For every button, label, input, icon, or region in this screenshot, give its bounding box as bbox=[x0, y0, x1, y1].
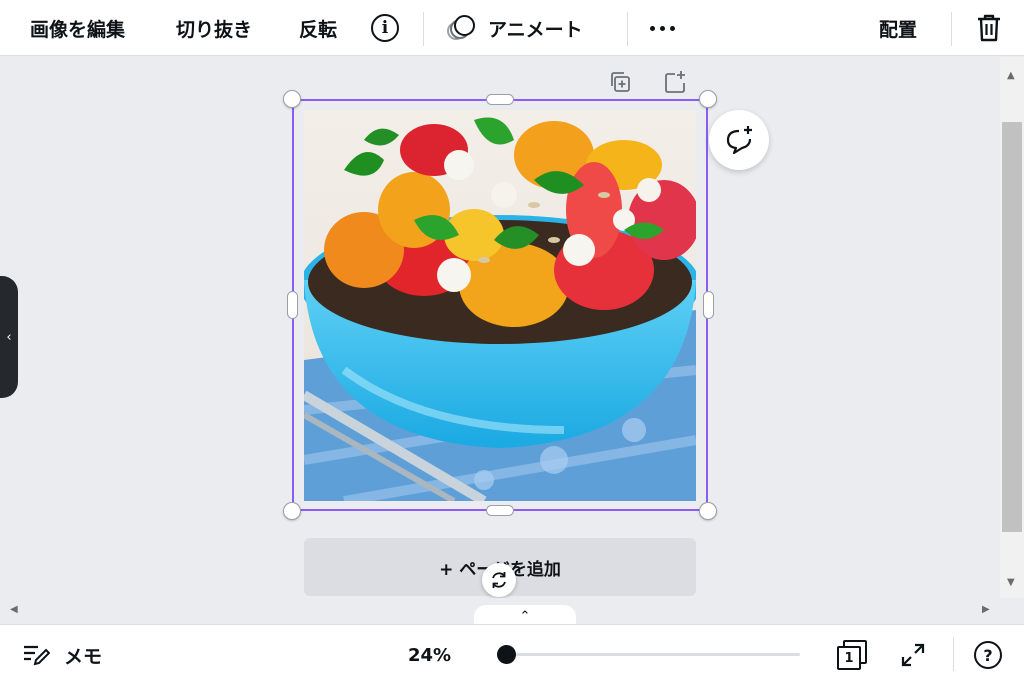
notes-button[interactable]: メモ bbox=[22, 625, 102, 684]
rotate-button[interactable] bbox=[482, 563, 516, 597]
collapse-side-panel-button[interactable]: ‹ bbox=[0, 276, 18, 398]
top-toolbar: 画像を編集 切り抜き 反転 i アニメート 配置 bbox=[0, 0, 1024, 56]
selection-frame bbox=[292, 99, 708, 511]
toolbar-divider bbox=[951, 12, 952, 46]
animate-icon bbox=[446, 13, 476, 43]
animate-button[interactable]: アニメート bbox=[446, 0, 583, 56]
add-comment-icon bbox=[726, 126, 752, 155]
zoom-slider-knob[interactable] bbox=[497, 645, 516, 664]
scroll-down-arrow[interactable]: ▼ bbox=[1007, 577, 1015, 588]
collapse-panel-icon: ‹ bbox=[6, 329, 12, 345]
fullscreen-button[interactable] bbox=[900, 625, 926, 684]
pages-icon: 1 bbox=[837, 640, 867, 670]
vertical-scrollbar-thumb[interactable] bbox=[1002, 122, 1022, 532]
position-button[interactable]: 配置 bbox=[879, 0, 917, 56]
resize-handle-top[interactable] bbox=[486, 94, 514, 105]
edit-image-button[interactable]: 画像を編集 bbox=[30, 0, 125, 56]
flip-button[interactable]: 反転 bbox=[299, 0, 337, 56]
scroll-left-arrow[interactable]: ◀ bbox=[10, 604, 18, 615]
info-button[interactable]: i bbox=[371, 0, 399, 56]
page-count-button[interactable]: 1 bbox=[837, 625, 867, 684]
scroll-right-arrow[interactable]: ▶ bbox=[982, 604, 990, 615]
crop-button[interactable]: 切り抜き bbox=[176, 0, 252, 56]
notes-label: メモ bbox=[64, 645, 103, 668]
animate-label: アニメート bbox=[488, 18, 583, 41]
expand-pages-icon: ⌃ bbox=[519, 608, 531, 624]
duplicate-page-button[interactable] bbox=[608, 70, 632, 94]
rotate-icon bbox=[492, 572, 506, 588]
notes-icon bbox=[24, 645, 50, 666]
delete-button[interactable] bbox=[976, 0, 1002, 56]
fullscreen-icon bbox=[901, 643, 925, 667]
add-page-top-button[interactable] bbox=[663, 70, 687, 94]
resize-handle-top-left[interactable] bbox=[283, 90, 301, 108]
toolbar-divider bbox=[627, 12, 628, 46]
resize-handle-right[interactable] bbox=[703, 291, 714, 319]
bottombar-divider bbox=[953, 637, 954, 671]
toolbar-divider bbox=[423, 12, 424, 46]
resize-handle-bottom[interactable] bbox=[486, 505, 514, 516]
resize-handle-bottom-left[interactable] bbox=[283, 502, 301, 520]
duplicate-page-icon bbox=[611, 72, 630, 92]
page-number: 1 bbox=[837, 646, 861, 670]
info-icon: i bbox=[371, 14, 399, 42]
resize-handle-bottom-right[interactable] bbox=[699, 502, 717, 520]
scroll-up-arrow[interactable]: ▲ bbox=[1007, 70, 1015, 81]
add-comment-button[interactable] bbox=[709, 110, 769, 170]
more-icon bbox=[650, 25, 675, 31]
add-page-icon bbox=[665, 71, 685, 93]
help-icon: ? bbox=[974, 641, 1002, 669]
help-button[interactable]: ? bbox=[974, 625, 1002, 684]
zoom-slider-track[interactable] bbox=[506, 653, 800, 656]
more-button[interactable] bbox=[650, 0, 675, 56]
resize-handle-left[interactable] bbox=[287, 291, 298, 319]
zoom-value[interactable]: 24% bbox=[408, 625, 451, 684]
trash-icon bbox=[978, 14, 1000, 42]
resize-handle-top-right[interactable] bbox=[699, 90, 717, 108]
